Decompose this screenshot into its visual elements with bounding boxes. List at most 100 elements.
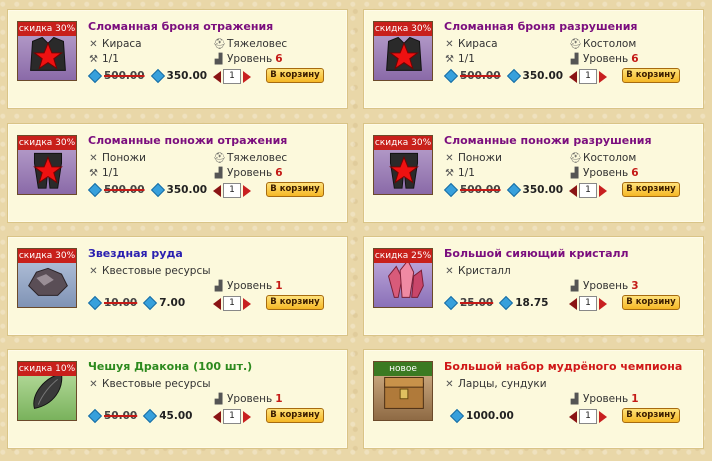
crossed-swords-icon: ✕ [89,378,98,390]
item-image[interactable]: новое [373,361,433,421]
increase-arrow[interactable] [243,410,251,423]
level-bars-icon: ▟ [570,393,579,405]
level-label: Уровень [227,167,273,179]
item-title[interactable]: Сломанная броня разрушения [444,20,637,33]
item-title[interactable]: Сломанные поножи разрушения [444,134,652,147]
item-title[interactable]: Большой сияющий кристалл [444,247,629,260]
increase-arrow[interactable] [243,184,251,197]
decrease-arrow[interactable] [213,184,221,197]
item-image[interactable]: скидка 30% [17,21,77,81]
add-to-cart-button[interactable]: В корзину [622,295,680,310]
item-card: скидка 30% Сломанные поножи отражения ✕ Пон… [7,123,348,223]
quantity-input[interactable]: 1 [579,69,597,84]
old-price: 500.00 [104,184,145,196]
decrease-arrow[interactable] [213,410,221,423]
quantity-input[interactable]: 1 [223,409,241,424]
quantity-input[interactable]: 1 [579,296,597,311]
item-set: Тяжеловес [227,38,288,50]
diamond-icon [443,68,459,84]
decrease-arrow[interactable] [213,70,221,83]
discount-badge: скидка 30% [374,22,432,36]
add-to-cart-button[interactable]: В корзину [266,182,324,197]
diamond-icon [87,408,103,424]
decrease-arrow[interactable] [569,297,577,310]
item-title[interactable]: Большой набор мудрёного чемпиона [444,360,682,373]
item-category: Кираса [458,38,498,50]
price: 45.00 [159,410,193,422]
crossed-swords-icon: ✕ [89,265,98,277]
item-image[interactable]: скидка 30% [17,135,77,195]
increase-arrow[interactable] [243,70,251,83]
quantity-input[interactable]: 1 [579,183,597,198]
level-bars-icon: ▟ [214,53,223,65]
diamond-icon [150,68,165,84]
increase-arrow[interactable] [599,410,607,423]
item-title[interactable]: Чешуя Дракона (100 шт.) [88,360,252,373]
discount-badge: скидка 30% [18,22,76,36]
price: 350.00 [522,184,564,196]
item-image[interactable]: скидка 30% [373,135,433,195]
quantity-input[interactable]: 1 [579,409,597,424]
increase-arrow[interactable] [599,297,607,310]
increase-arrow[interactable] [599,70,607,83]
item-category: Ларцы, сундуки [458,378,547,390]
item-card: скидка 10% Чешуя Дракона (100 шт.) ✕ Квесто… [7,349,348,449]
quantity-input[interactable]: 1 [223,296,241,311]
decrease-arrow[interactable] [569,410,577,423]
decrease-arrow[interactable] [569,70,577,83]
item-image[interactable]: скидка 10% [17,361,77,421]
item-card: скидка 30% Сломанная броня разрушения ✕ Кир… [363,9,704,109]
discount-badge: скидка 10% [18,362,76,376]
item-title[interactable]: Звездная руда [88,247,183,260]
add-to-cart-button[interactable]: В корзину [266,68,324,83]
level-bars-icon: ▟ [570,167,579,179]
item-set: Костолом [583,38,637,50]
level-label: Уровень [583,393,629,405]
discount-badge: скидка 25% [374,249,432,263]
helmet-icon: ⛑ [213,38,226,50]
item-image[interactable]: скидка 30% [373,21,433,81]
item-card: скидка 30% Сломанная броня отражения ✕ Кира… [7,9,348,109]
durability-icon: ⚒ [445,53,454,65]
diamond-icon [150,182,165,198]
level-label: Уровень [227,53,273,65]
level-bars-icon: ▟ [214,280,223,292]
add-to-cart-button[interactable]: В корзину [622,408,680,423]
add-to-cart-button[interactable]: В корзину [622,182,680,197]
item-title[interactable]: Сломанная броня отражения [88,20,273,33]
level-bars-icon: ▟ [570,53,579,65]
durability-icon: ⚒ [445,167,454,179]
old-price: 500.00 [460,70,501,82]
diamond-icon [87,295,103,311]
crossed-swords-icon: ✕ [445,378,454,390]
discount-badge: скидка 30% [374,136,432,150]
discount-badge: скидка 30% [18,136,76,150]
crossed-swords-icon: ✕ [445,265,454,277]
level-label: Уровень [583,280,629,292]
old-price: 500.00 [104,70,145,82]
diamond-icon [443,295,459,311]
add-to-cart-button[interactable]: В корзину [622,68,680,83]
old-price: 10.00 [104,297,138,309]
item-title[interactable]: Сломанные поножи отражения [88,134,287,147]
price: 350.00 [166,184,208,196]
add-to-cart-button[interactable]: В корзину [266,295,324,310]
increase-arrow[interactable] [243,297,251,310]
item-image[interactable]: скидка 30% [17,248,77,308]
level-label: Уровень [583,167,629,179]
item-category: Поножи [458,152,502,164]
level-value: 6 [275,167,283,179]
decrease-arrow[interactable] [213,297,221,310]
diamond-icon [449,408,465,424]
level-value: 6 [275,53,283,65]
decrease-arrow[interactable] [569,184,577,197]
price: 7.00 [159,297,186,309]
discount-badge: новое [374,362,432,376]
add-to-cart-button[interactable]: В корзину [266,408,324,423]
increase-arrow[interactable] [599,184,607,197]
diamond-icon [143,295,158,311]
quantity-input[interactable]: 1 [223,69,241,84]
level-value: 6 [631,167,639,179]
item-image[interactable]: скидка 25% [373,248,433,308]
quantity-input[interactable]: 1 [223,183,241,198]
